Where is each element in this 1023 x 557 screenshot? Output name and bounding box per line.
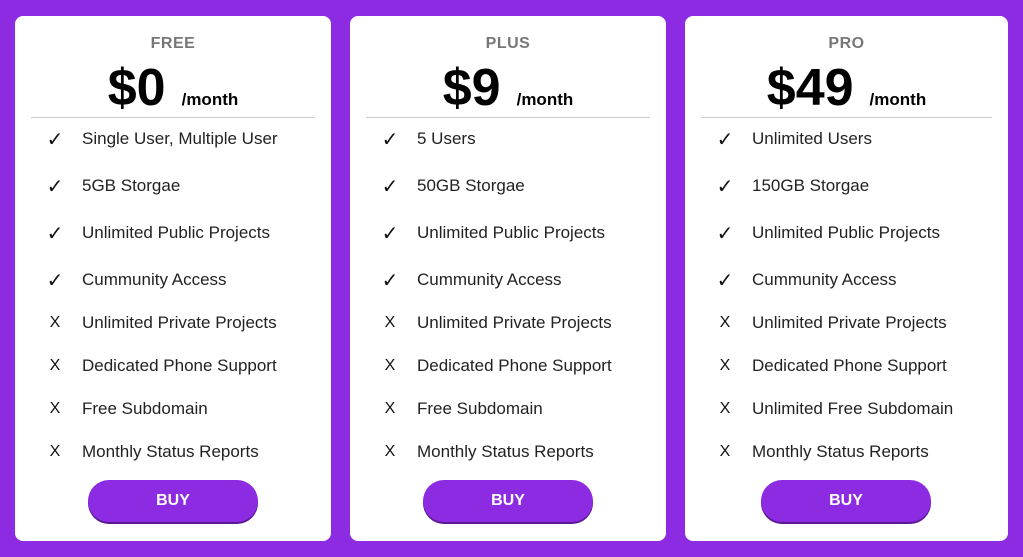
header-divider bbox=[701, 117, 992, 118]
feature-text: 5 Users bbox=[417, 129, 476, 148]
feature-item: X Dedicated Phone Support bbox=[685, 352, 1008, 380]
pricing-card-plus: PLUS $9 /month ✓ 5 Users ✓ 50GB Storgae … bbox=[350, 16, 666, 541]
price-row: $49 /month bbox=[685, 58, 1008, 118]
check-icon: ✓ bbox=[46, 222, 64, 245]
feature-item: X Free Subdomain bbox=[15, 395, 331, 423]
plan-name: PLUS bbox=[485, 35, 531, 52]
feature-text: Unlimited Free Subdomain bbox=[752, 399, 954, 418]
check-icon: ✓ bbox=[46, 269, 64, 292]
feature-item: X Unlimited Private Projects bbox=[15, 309, 331, 337]
plan-price: $49 bbox=[766, 59, 854, 117]
feature-text: Dedicated Phone Support bbox=[417, 356, 612, 375]
feature-item: ✓ 5 Users bbox=[350, 125, 666, 153]
feature-item: X Dedicated Phone Support bbox=[15, 352, 331, 380]
plan-price: $9 bbox=[442, 59, 501, 117]
header-divider bbox=[31, 117, 315, 118]
feature-item: ✓ Unlimited Public Projects bbox=[685, 219, 1008, 247]
price-period: /month bbox=[516, 90, 574, 109]
pricing-card-pro: PRO $49 /month ✓ Unlimited Users ✓ 150GB… bbox=[685, 16, 1008, 541]
feature-text: Monthly Status Reports bbox=[417, 442, 594, 461]
feature-text: Monthly Status Reports bbox=[82, 442, 259, 461]
feature-item: ✓ 50GB Storgae bbox=[350, 172, 666, 200]
feature-text: Free Subdomain bbox=[417, 399, 543, 418]
feature-item: ✓ Cummunity Access bbox=[350, 266, 666, 294]
check-icon: ✓ bbox=[381, 175, 399, 198]
price-period: /month bbox=[869, 90, 927, 109]
plan-price: $0 bbox=[107, 59, 166, 117]
card-header: FREE $0 /month bbox=[15, 16, 331, 118]
cross-icon: X bbox=[719, 400, 731, 417]
feature-item: X Unlimited Private Projects bbox=[685, 309, 1008, 337]
cross-icon: X bbox=[49, 400, 61, 417]
feature-text: 5GB Storgae bbox=[82, 176, 181, 195]
feature-text: Unlimited Public Projects bbox=[752, 223, 941, 242]
feature-item: X Monthly Status Reports bbox=[685, 438, 1008, 466]
buy-button-plus[interactable]: BUY bbox=[423, 480, 593, 522]
feature-item: X Free Subdomain bbox=[350, 395, 666, 423]
check-icon: ✓ bbox=[46, 128, 64, 151]
cross-icon: X bbox=[384, 400, 396, 417]
feature-text: Dedicated Phone Support bbox=[752, 356, 947, 375]
cross-icon: X bbox=[384, 314, 396, 331]
feature-text: 50GB Storgae bbox=[417, 176, 525, 195]
feature-text: Free Subdomain bbox=[82, 399, 208, 418]
buy-button-pro[interactable]: BUY bbox=[761, 480, 931, 522]
check-icon: ✓ bbox=[381, 128, 399, 151]
feature-item: X Monthly Status Reports bbox=[350, 438, 666, 466]
cross-icon: X bbox=[384, 443, 396, 460]
cross-icon: X bbox=[49, 443, 61, 460]
check-icon: ✓ bbox=[716, 269, 734, 292]
check-icon: ✓ bbox=[716, 128, 734, 151]
feature-item: ✓ Unlimited Public Projects bbox=[15, 219, 331, 247]
cross-icon: X bbox=[384, 357, 396, 374]
feature-item: ✓ 150GB Storgae bbox=[685, 172, 1008, 200]
feature-item: ✓ Single User, Multiple User bbox=[15, 125, 331, 153]
price-period: /month bbox=[181, 90, 239, 109]
feature-text: Unlimited Private Projects bbox=[752, 313, 947, 332]
header-divider bbox=[366, 117, 650, 118]
feature-text: Unlimited Public Projects bbox=[417, 223, 606, 242]
cross-icon: X bbox=[719, 443, 731, 460]
cross-icon: X bbox=[49, 314, 61, 331]
feature-item: X Unlimited Free Subdomain bbox=[685, 395, 1008, 423]
cross-icon: X bbox=[719, 314, 731, 331]
check-icon: ✓ bbox=[381, 269, 399, 292]
feature-item: ✓ Cummunity Access bbox=[15, 266, 331, 294]
feature-item: ✓ Unlimited Public Projects bbox=[350, 219, 666, 247]
cross-icon: X bbox=[719, 357, 731, 374]
feature-text: Unlimited Public Projects bbox=[82, 223, 271, 242]
card-header: PLUS $9 /month bbox=[350, 16, 666, 118]
feature-item: X Dedicated Phone Support bbox=[350, 352, 666, 380]
feature-item: ✓ 5GB Storgae bbox=[15, 172, 331, 200]
feature-text: 150GB Storgae bbox=[752, 176, 870, 195]
card-header: PRO $49 /month bbox=[685, 16, 1008, 118]
price-row: $0 /month bbox=[15, 58, 331, 118]
feature-text: Unlimited Users bbox=[752, 129, 872, 148]
check-icon: ✓ bbox=[716, 175, 734, 198]
feature-text: Unlimited Private Projects bbox=[417, 313, 612, 332]
plan-name: PRO bbox=[828, 35, 865, 52]
price-row: $9 /month bbox=[350, 58, 666, 118]
feature-text: Cummunity Access bbox=[752, 270, 897, 289]
feature-text: Cummunity Access bbox=[417, 270, 562, 289]
pricing-card-free: FREE $0 /month ✓ Single User, Multiple U… bbox=[15, 16, 331, 541]
check-icon: ✓ bbox=[381, 222, 399, 245]
cross-icon: X bbox=[49, 357, 61, 374]
feature-text: Dedicated Phone Support bbox=[82, 356, 277, 375]
feature-item: ✓ Unlimited Users bbox=[685, 125, 1008, 153]
buy-button-free[interactable]: BUY bbox=[88, 480, 258, 522]
feature-item: ✓ Cummunity Access bbox=[685, 266, 1008, 294]
check-icon: ✓ bbox=[716, 222, 734, 245]
feature-text: Monthly Status Reports bbox=[752, 442, 929, 461]
plan-name: FREE bbox=[150, 35, 196, 52]
feature-text: Unlimited Private Projects bbox=[82, 313, 277, 332]
feature-text: Cummunity Access bbox=[82, 270, 227, 289]
feature-item: X Unlimited Private Projects bbox=[350, 309, 666, 337]
check-icon: ✓ bbox=[46, 175, 64, 198]
feature-item: X Monthly Status Reports bbox=[15, 438, 331, 466]
feature-text: Single User, Multiple User bbox=[82, 129, 278, 148]
